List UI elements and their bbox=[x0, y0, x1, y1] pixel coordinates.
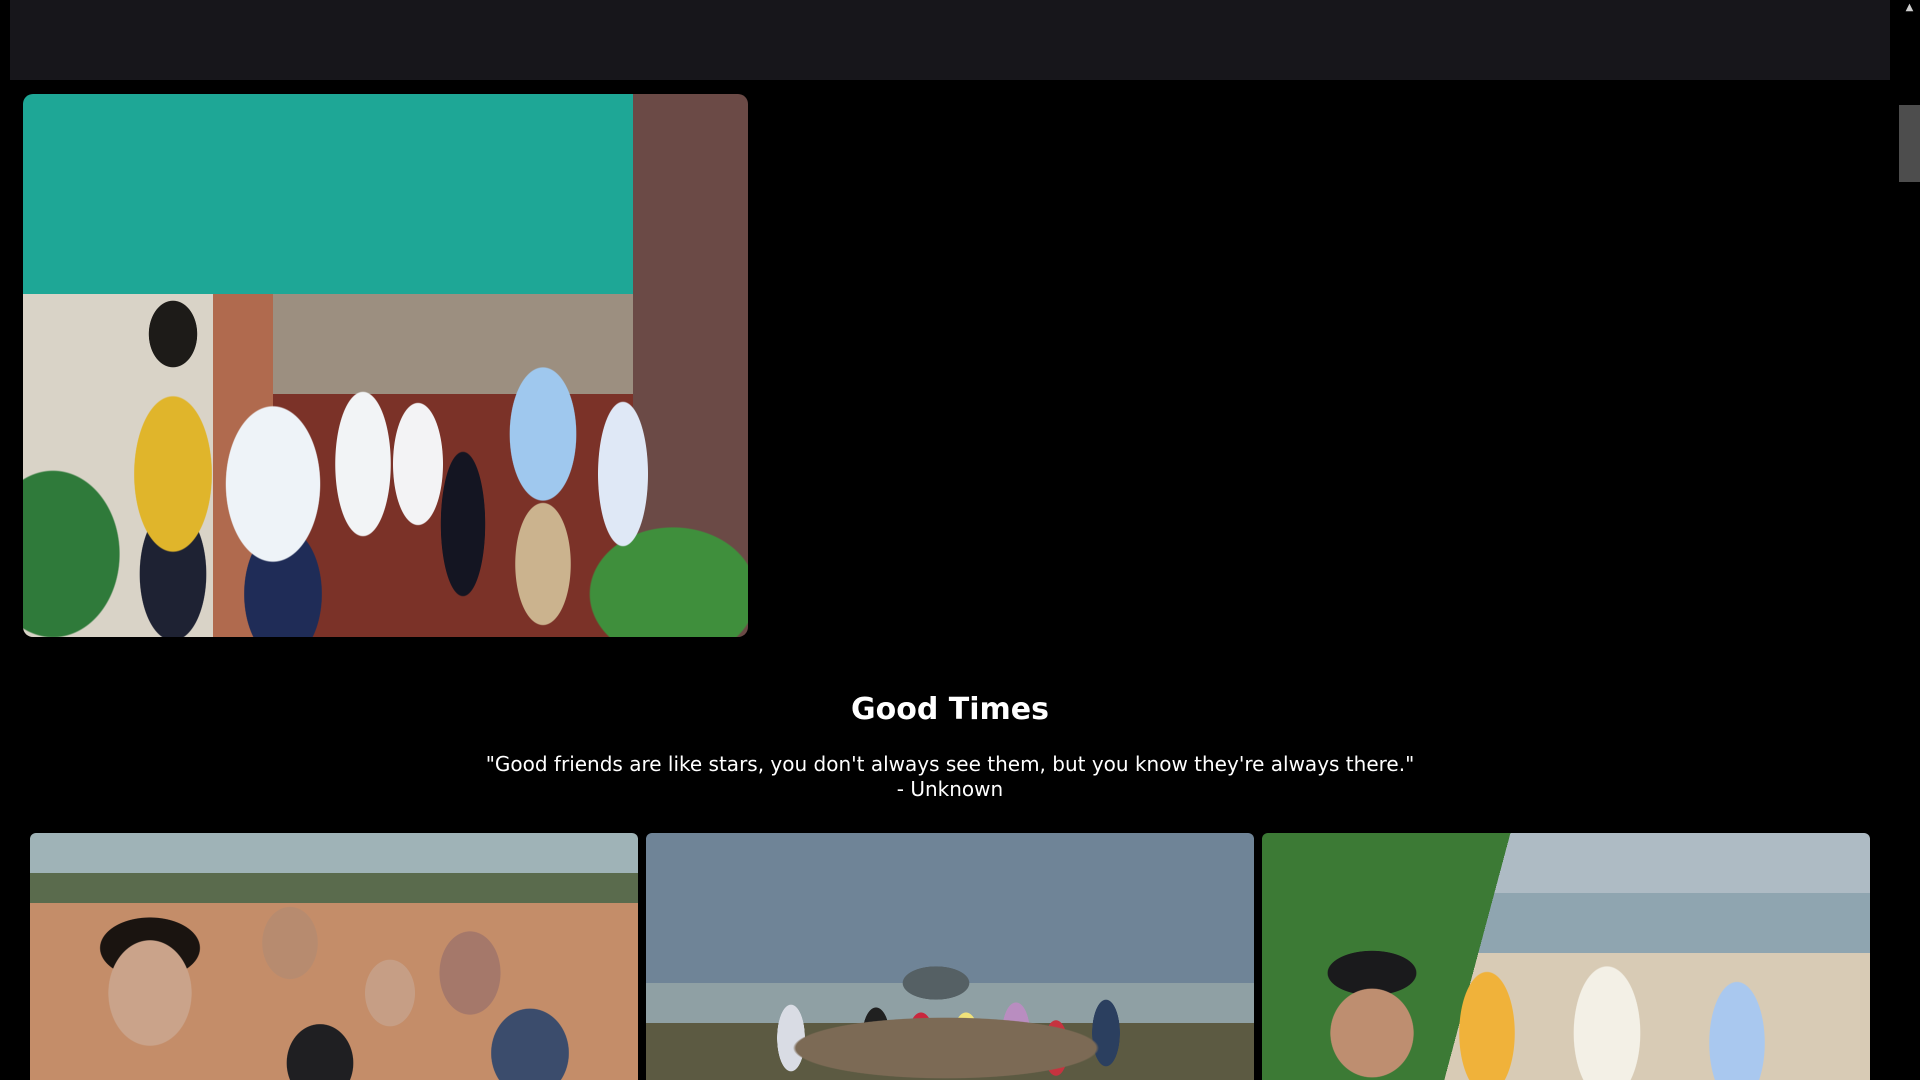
gallery-photo-jeep[interactable] bbox=[646, 833, 1254, 1080]
quote-text: "Good friends are like stars, you don't … bbox=[485, 752, 1415, 776]
vertical-scrollbar[interactable]: ▲ bbox=[1899, 0, 1920, 1080]
hero-group-photo bbox=[23, 94, 748, 637]
quote: "Good friends are like stars, you don't … bbox=[0, 752, 1900, 802]
chevron-up-icon[interactable]: ▲ bbox=[1902, 0, 1917, 15]
scrollbar-thumb[interactable] bbox=[1899, 105, 1920, 182]
gallery-photo-selfie[interactable] bbox=[30, 833, 638, 1080]
navbar bbox=[10, 0, 1890, 80]
page: Good Times "Good friends are like stars,… bbox=[0, 0, 1920, 1080]
gallery-photo-sea[interactable] bbox=[1262, 833, 1870, 1080]
section-title: Good Times bbox=[851, 692, 1049, 727]
quote-author: - Unknown bbox=[896, 777, 1004, 801]
